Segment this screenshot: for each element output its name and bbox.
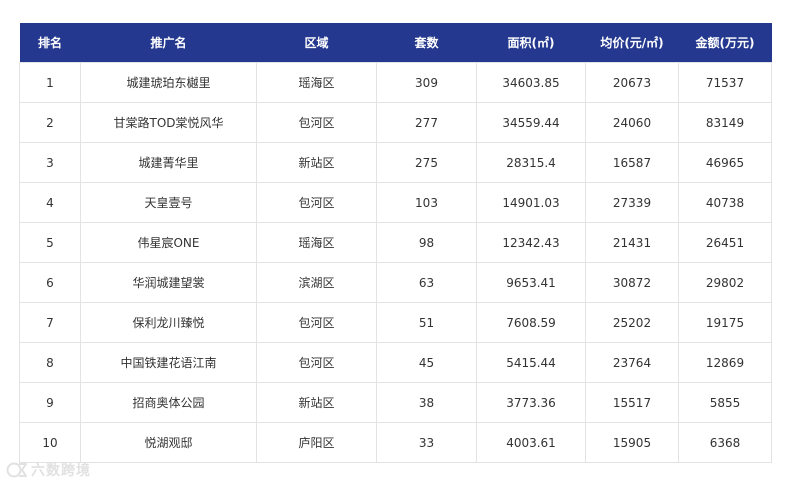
cell-amount: 12869 <box>678 342 772 383</box>
cell-rank: 6 <box>19 262 81 303</box>
cell-district: 包河区 <box>256 102 377 143</box>
cell-avg-price: 21431 <box>585 222 679 263</box>
cell-units: 38 <box>376 382 477 423</box>
cell-district: 新站区 <box>256 142 377 183</box>
cell-avg-price: 30872 <box>585 262 679 303</box>
cell-project-name: 中国铁建花语江南 <box>80 342 257 383</box>
cell-amount: 71537 <box>678 62 772 103</box>
header-rank: 排名 <box>19 23 81 63</box>
table-header: 排名 推广名 区域 套数 面积(㎡) 均价(元/㎡) 金额(万元) <box>19 23 772 63</box>
cell-rank: 10 <box>19 422 81 463</box>
sales-ranking-table: 排名 推广名 区域 套数 面积(㎡) 均价(元/㎡) 金额(万元) 1 城建琥珀… <box>19 23 772 463</box>
table-row: 6 华润城建望裳 滨湖区 63 9653.41 30872 29802 <box>19 262 772 303</box>
cell-project-name: 天皇壹号 <box>80 182 257 223</box>
cell-project-name: 华润城建望裳 <box>80 262 257 303</box>
cell-units: 51 <box>376 302 477 343</box>
cell-amount: 29802 <box>678 262 772 303</box>
cell-units: 103 <box>376 182 477 223</box>
cell-avg-price: 27339 <box>585 182 679 223</box>
cell-district: 庐阳区 <box>256 422 377 463</box>
cell-area: 28315.4 <box>476 142 586 183</box>
cell-rank: 3 <box>19 142 81 183</box>
cell-units: 63 <box>376 262 477 303</box>
cell-units: 45 <box>376 342 477 383</box>
cell-district: 滨湖区 <box>256 262 377 303</box>
cell-avg-price: 24060 <box>585 102 679 143</box>
cell-area: 14901.03 <box>476 182 586 223</box>
cell-rank: 9 <box>19 382 81 423</box>
header-row: 排名 推广名 区域 套数 面积(㎡) 均价(元/㎡) 金额(万元) <box>19 23 772 63</box>
cell-rank: 7 <box>19 302 81 343</box>
table-row: 7 保利龙川臻悦 包河区 51 7608.59 25202 19175 <box>19 302 772 343</box>
header-avg-price: 均价(元/㎡) <box>585 23 679 63</box>
cell-amount: 5855 <box>678 382 772 423</box>
cell-avg-price: 23764 <box>585 342 679 383</box>
cell-area: 9653.41 <box>476 262 586 303</box>
cell-project-name: 城建菁华里 <box>80 142 257 183</box>
header-district: 区域 <box>256 23 377 63</box>
cell-area: 3773.36 <box>476 382 586 423</box>
cell-rank: 4 <box>19 182 81 223</box>
header-amount: 金额(万元) <box>678 23 772 63</box>
cell-amount: 40738 <box>678 182 772 223</box>
table-row: 1 城建琥珀东樾里 瑶海区 309 34603.85 20673 71537 <box>19 62 772 103</box>
table-body: 1 城建琥珀东樾里 瑶海区 309 34603.85 20673 71537 2… <box>19 62 772 463</box>
cell-avg-price: 20673 <box>585 62 679 103</box>
cell-project-name: 悦湖观邸 <box>80 422 257 463</box>
cell-amount: 26451 <box>678 222 772 263</box>
watermark-text: 六数跨境 <box>31 463 91 479</box>
cell-avg-price: 25202 <box>585 302 679 343</box>
cell-units: 98 <box>376 222 477 263</box>
logo-mark-icon <box>6 462 27 478</box>
cell-area: 34559.44 <box>476 102 586 143</box>
cell-district: 包河区 <box>256 302 377 343</box>
cell-amount: 19175 <box>678 302 772 343</box>
cell-district: 新站区 <box>256 382 377 423</box>
table-row: 4 天皇壹号 包河区 103 14901.03 27339 40738 <box>19 182 772 223</box>
header-area: 面积(㎡) <box>476 23 586 63</box>
cell-amount: 46965 <box>678 142 772 183</box>
cell-rank: 8 <box>19 342 81 383</box>
cell-avg-price: 15517 <box>585 382 679 423</box>
cell-project-name: 保利龙川臻悦 <box>80 302 257 343</box>
cell-rank: 1 <box>19 62 81 103</box>
cell-avg-price: 15905 <box>585 422 679 463</box>
cell-project-name: 招商奥体公园 <box>80 382 257 423</box>
cell-area: 5415.44 <box>476 342 586 383</box>
cell-avg-price: 16587 <box>585 142 679 183</box>
cell-area: 7608.59 <box>476 302 586 343</box>
cell-units: 275 <box>376 142 477 183</box>
cell-area: 34603.85 <box>476 62 586 103</box>
table-row: 5 伟星宸ONE 瑶海区 98 12342.43 21431 26451 <box>19 222 772 263</box>
cell-amount: 6368 <box>678 422 772 463</box>
cell-units: 277 <box>376 102 477 143</box>
cell-project-name: 甘棠路TOD棠悦风华 <box>80 102 257 143</box>
page: 排名 推广名 区域 套数 面积(㎡) 均价(元/㎡) 金额(万元) 1 城建琥珀… <box>0 0 786 491</box>
table-row: 2 甘棠路TOD棠悦风华 包河区 277 34559.44 24060 8314… <box>19 102 772 143</box>
cell-project-name: 伟星宸ONE <box>80 222 257 263</box>
table-row: 8 中国铁建花语江南 包河区 45 5415.44 23764 12869 <box>19 342 772 383</box>
header-units: 套数 <box>376 23 477 63</box>
cell-units: 309 <box>376 62 477 103</box>
cell-district: 瑶海区 <box>256 62 377 103</box>
cell-amount: 83149 <box>678 102 772 143</box>
cell-district: 瑶海区 <box>256 222 377 263</box>
header-project-name: 推广名 <box>80 23 257 63</box>
watermark: 六数跨境 <box>6 460 91 480</box>
cell-project-name: 城建琥珀东樾里 <box>80 62 257 103</box>
table-row: 3 城建菁华里 新站区 275 28315.4 16587 46965 <box>19 142 772 183</box>
cell-district: 包河区 <box>256 342 377 383</box>
cell-rank: 5 <box>19 222 81 263</box>
cell-units: 33 <box>376 422 477 463</box>
table-row: 10 悦湖观邸 庐阳区 33 4003.61 15905 6368 <box>19 422 772 463</box>
cell-area: 12342.43 <box>476 222 586 263</box>
table-row: 9 招商奥体公园 新站区 38 3773.36 15517 5855 <box>19 382 772 423</box>
cell-rank: 2 <box>19 102 81 143</box>
cell-district: 包河区 <box>256 182 377 223</box>
cell-area: 4003.61 <box>476 422 586 463</box>
